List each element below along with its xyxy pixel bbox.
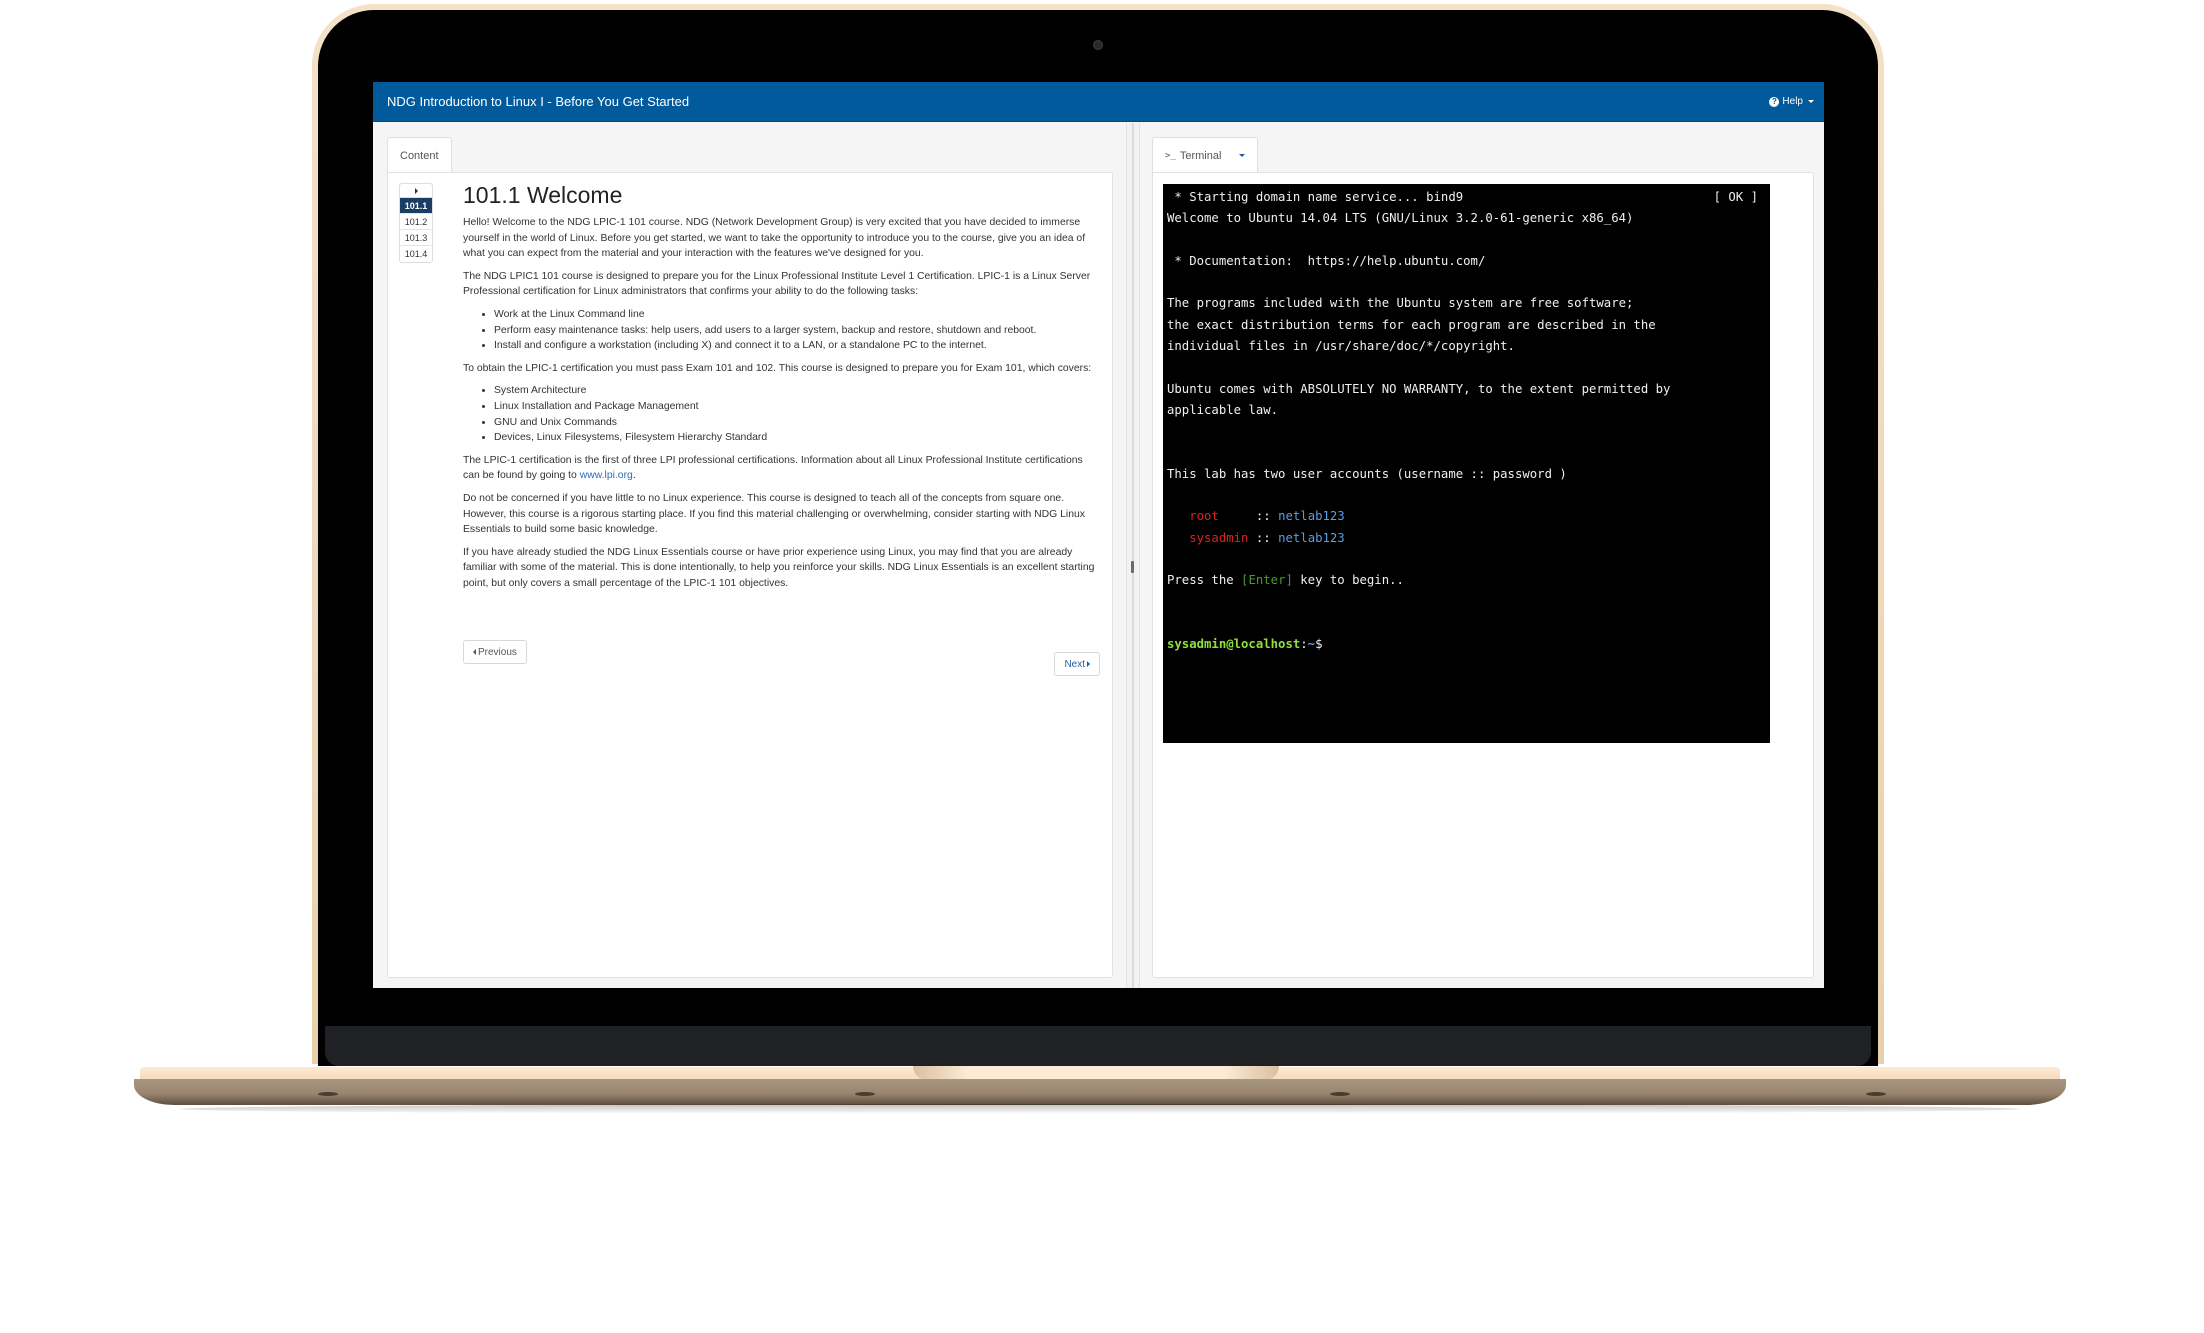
terminal-line: Welcome to Ubuntu 14.04 LTS (GNU/Linux 3… [1167,211,1634,226]
caret-right-icon [414,187,418,194]
caret-right-icon [1087,661,1090,667]
terminal-prompt-user: sysadmin@localhost [1167,637,1301,652]
terminal-ok-status: [ OK ] [1713,190,1758,204]
terminal-line: The programs included with the Ubuntu sy… [1167,296,1634,311]
chevron-down-icon [1808,100,1814,103]
lesson-nav-item-101-4[interactable]: 101.4 [400,246,432,262]
laptop-base [134,1079,2066,1105]
task-list-item: Work at the Linux Command line [494,307,1100,323]
lesson-heading: 101.1 Welcome [463,182,623,208]
task-list-item: Install and configure a workstation (inc… [494,338,1100,354]
terminal-press-text-end: key to begin.. [1292,573,1404,588]
lesson-nav: 101.1 101.2 101.3 101.4 [399,183,433,263]
terminal-line: This lab has two user accounts (username… [1167,466,1567,481]
terminal-prompt-icon: >_ [1165,150,1176,161]
caret-left-icon [473,649,476,655]
task-list-item: Perform easy maintenance tasks: help use… [494,323,1100,339]
topic-list: System Architecture Linux Installation a… [494,383,1100,445]
lesson-nav-toggle[interactable] [400,184,432,198]
lesson-nav-item-101-3[interactable]: 101.3 [400,230,432,246]
question-circle-icon: ? [1769,96,1780,107]
topic-list-item: System Architecture [494,383,1100,399]
terminal-line: individual files in /usr/share/doc/*/cop… [1167,339,1515,354]
task-list: Work at the Linux Command line Perform e… [494,307,1100,354]
paragraph-lpi-text: The LPIC-1 certification is the first of… [463,454,1083,482]
chevron-down-icon[interactable] [1239,154,1246,157]
next-button[interactable]: Next [1054,652,1100,676]
splitter-line [1132,123,1134,988]
paragraph-certification: The NDG LPIC1 101 course is designed to … [463,270,1091,298]
content-pane: Content 101.1 101.2 101.3 101.4 101.1 We… [373,123,1126,988]
terminal-prompt-sep: : [1300,637,1308,652]
tab-terminal-label: Terminal [1179,149,1222,162]
terminal-username: sysadmin [1189,530,1249,545]
lpi-link[interactable]: www.lpi.org [580,470,633,481]
terminal-line: * Documentation: https://help.ubuntu.com… [1167,253,1486,268]
tab-content-label: Content [400,149,439,162]
laptop-chin [325,1026,1871,1066]
laptop-foot [318,1092,338,1096]
help-menu-button[interactable]: ? Help [1769,96,1814,107]
topic-list-item: Linux Installation and Package Managemen… [494,399,1100,415]
previous-button[interactable]: Previous [463,640,527,664]
terminal-line: Ubuntu comes with ABSOLUTELY NO WARRANTY… [1167,381,1671,396]
terminal-separator: :: [1248,530,1279,545]
screen: NDG Introduction to Linux I - Before You… [373,82,1824,988]
topic-list-item: Devices, Linux Filesystems, Filesystem H… [494,430,1100,446]
camera-icon [1093,40,1103,50]
terminal-press-text: Press the [1167,573,1242,588]
laptop-foot [1866,1092,1886,1096]
lesson-nav-item-101-1[interactable]: 101.1 [400,198,432,214]
tab-terminal[interactable]: >_ Terminal [1152,137,1259,173]
paragraph-experience: Do not be concerned if you have little t… [463,492,1085,536]
split-panes: Content 101.1 101.2 101.3 101.4 101.1 We… [373,123,1824,988]
previous-label: Previous [478,646,517,658]
app-title: NDG Introduction to Linux I - Before You… [387,94,690,109]
splitter-grip-icon[interactable] [1131,561,1134,573]
terminal-pane: >_ Terminal * Starting domain name servi… [1140,123,1824,988]
terminal-console[interactable]: * Starting domain name service... bind9 [… [1163,184,1770,743]
terminal-password: netlab123 [1278,530,1345,545]
terminal-panel: * Starting domain name service... bind9 [… [1152,172,1814,978]
laptop-foot [1330,1092,1350,1096]
laptop-notch [913,1066,1279,1080]
paragraph-essentials: If you have already studied the NDG Linu… [463,546,1095,589]
terminal-username: root [1189,509,1249,524]
terminal-prompt-path: ~ [1307,637,1316,652]
content-panel: 101.1 101.2 101.3 101.4 101.1 Welcome He… [387,172,1113,978]
topic-list-item: GNU and Unix Commands [494,415,1100,431]
tab-content[interactable]: Content [387,137,452,173]
terminal-line: applicable law. [1167,402,1279,417]
next-label: Next [1064,658,1085,670]
terminal-prompt-symbol: $ [1315,637,1323,652]
paragraph-lpi-end: . [632,470,636,482]
paragraph-intro: Hello! Welcome to the NDG LPIC-1 101 cou… [463,217,1086,260]
terminal-password: netlab123 [1278,509,1345,524]
help-label: Help [1782,96,1803,107]
paragraph-lpi: The LPIC-1 certification is the first of… [463,453,1100,484]
laptop-foot [855,1092,875,1096]
lesson-article: 101.1 Welcome Hello! Welcome to the NDG … [463,181,1100,598]
terminal-separator: :: [1248,509,1279,524]
pane-splitter[interactable] [1126,123,1140,988]
terminal-line: the exact distribution terms for each pr… [1167,317,1656,332]
terminal-enter-key: [Enter] [1241,573,1293,588]
top-navbar: NDG Introduction to Linux I - Before You… [373,82,1824,122]
terminal-line: * Starting domain name service... bind9 [1167,190,1464,204]
paragraph-exam: To obtain the LPIC-1 certification you m… [463,362,1092,374]
lesson-nav-item-101-2[interactable]: 101.2 [400,214,432,230]
laptop-shadow [180,1104,2020,1114]
